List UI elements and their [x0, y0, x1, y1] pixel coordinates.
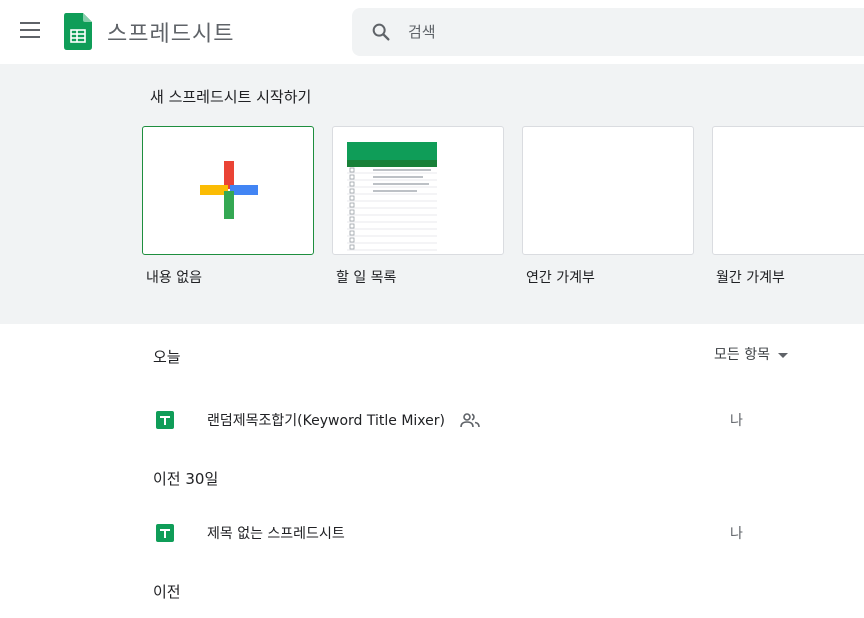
- template-blank[interactable]: 내용 없음: [142, 126, 314, 287]
- template-annual-budget-thumbnail[interactable]: [522, 126, 694, 255]
- template-todo-list[interactable]: 할 일 목록: [332, 126, 504, 287]
- search-icon[interactable]: [370, 21, 392, 43]
- owner-filter-dropdown[interactable]: 모든 항목: [714, 344, 788, 364]
- plus-icon: [200, 161, 258, 219]
- gallery-title: 새 스프레드시트 시작하기: [150, 88, 312, 106]
- sheets-file-icon: [156, 411, 174, 429]
- sheets-file-icon: [156, 524, 174, 542]
- file-name: 제목 없는 스프레드시트: [207, 526, 345, 542]
- owner-filter-label: 모든 항목: [714, 347, 770, 363]
- template-label: 할 일 목록: [336, 270, 397, 286]
- file-owner: 나: [730, 413, 743, 429]
- app-header: 스프레드시트: [0, 0, 864, 64]
- section-title-today: 오늘: [153, 348, 181, 366]
- template-monthly-budget[interactable]: 월간 가계부: [712, 126, 864, 287]
- template-label: 월간 가계부: [716, 270, 785, 286]
- section-title-last-30-days: 이전 30일: [153, 470, 219, 488]
- section-title-earlier: 이전: [153, 583, 181, 601]
- template-blank-thumbnail[interactable]: [142, 126, 314, 255]
- template-monthly-budget-thumbnail[interactable]: [712, 126, 864, 255]
- file-row[interactable]: 제목 없는 스프레드시트 나: [0, 511, 864, 555]
- template-label: 내용 없음: [146, 270, 202, 286]
- sheets-logo-icon[interactable]: [64, 13, 92, 50]
- app-title[interactable]: 스프레드시트: [107, 16, 234, 48]
- file-name: 랜덤제목조합기(Keyword Title Mixer): [207, 413, 445, 429]
- search-bar[interactable]: [352, 8, 864, 56]
- template-gallery: 새 스프레드시트 시작하기 내용 없음 할 일 목록 연간 가계부 월간 가계부: [0, 64, 864, 324]
- todo-preview-image: [347, 142, 437, 251]
- caret-down-icon: [777, 352, 788, 358]
- main-menu-icon[interactable]: [20, 22, 40, 38]
- template-annual-budget[interactable]: 연간 가계부: [522, 126, 694, 287]
- file-row[interactable]: 랜덤제목조합기(Keyword Title Mixer) 나: [0, 398, 864, 442]
- file-owner: 나: [730, 526, 743, 542]
- template-label: 연간 가계부: [526, 270, 595, 286]
- search-input[interactable]: [408, 20, 808, 44]
- template-todo-thumbnail[interactable]: [332, 126, 504, 255]
- shared-people-icon: [460, 413, 480, 428]
